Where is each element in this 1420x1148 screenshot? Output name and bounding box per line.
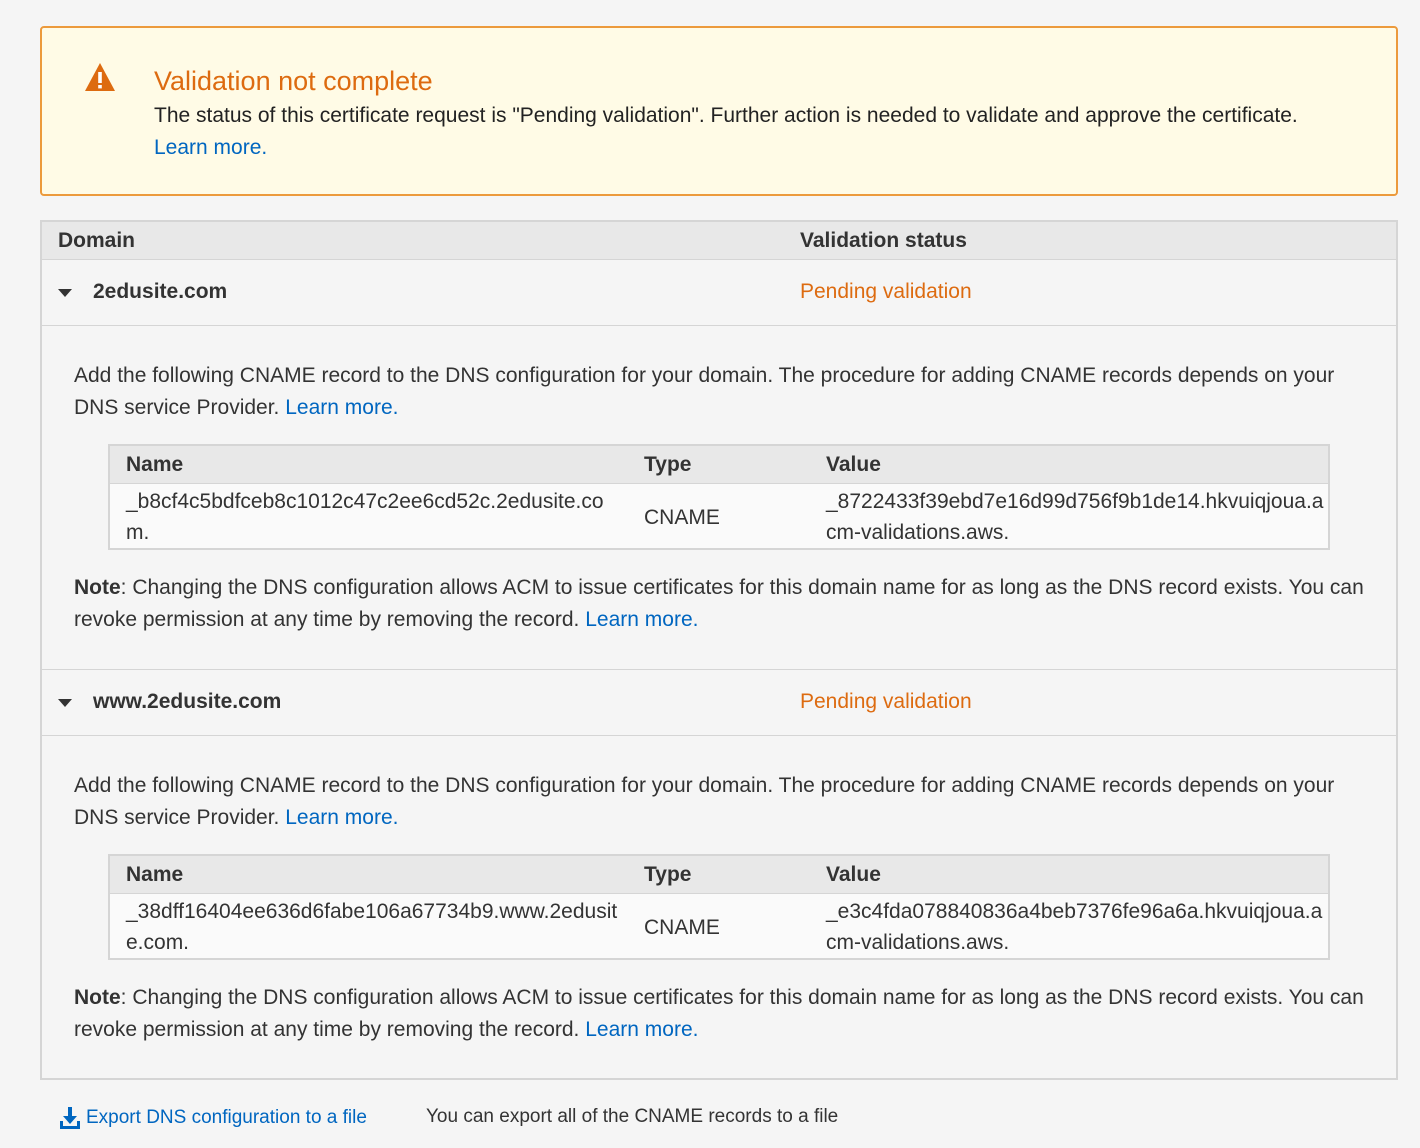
domain-name: www.2edusite.com (93, 690, 282, 713)
domain-row-2edusite[interactable]: 2edusite.com Pending validation (42, 260, 1396, 326)
note-learn-more-link[interactable]: Learn more. (585, 608, 698, 631)
warning-icon (85, 63, 115, 91)
alert-title: Validation not complete (154, 66, 433, 96)
cname-instructions: Add the following CNAME record to the DN… (74, 360, 1374, 424)
record-type-header: Type (644, 863, 692, 886)
cname-record-table: Name Type Value _38dff16404ee636d6fabe10… (108, 854, 1330, 960)
export-dns-button[interactable]: Export DNS configuration to a file (58, 1104, 367, 1132)
domain-validation-table: Domain Validation status 2edusite.com Pe… (40, 220, 1398, 1080)
record-value: _e3c4fda078840836a4beb7376fe96a6a.hkvuiq… (826, 900, 1323, 954)
record-type-header: Type (644, 453, 692, 476)
alert-learn-more-link[interactable]: Learn more. (154, 136, 267, 159)
note-text: : Changing the DNS configuration allows … (74, 576, 1364, 631)
domain-name: 2edusite.com (93, 280, 228, 303)
export-description: You can export all of the CNAME records … (426, 1106, 839, 1127)
instructions-learn-more-link[interactable]: Learn more. (285, 806, 398, 829)
record-header: Name Type Value (110, 446, 1328, 484)
validation-status: Pending validation (800, 280, 972, 303)
cname-instructions: Add the following CNAME record to the DN… (74, 770, 1374, 834)
validation-status: Pending validation (800, 690, 972, 713)
record-type: CNAME (644, 506, 720, 529)
cname-instructions-text: Add the following CNAME record to the DN… (74, 364, 1335, 419)
note-label: Note (74, 986, 121, 1009)
record-name: _b8cf4c5bdfceb8c1012c47c2ee6cd52c.2edusi… (126, 490, 604, 544)
record-type: CNAME (644, 916, 720, 939)
note-text: : Changing the DNS configuration allows … (74, 986, 1364, 1041)
instructions-learn-more-link[interactable]: Learn more. (285, 396, 398, 419)
dns-note: Note: Changing the DNS configuration all… (74, 982, 1374, 1046)
record-row: _38dff16404ee636d6fabe106a67734b9.www.2e… (110, 894, 1328, 960)
note-label: Note (74, 576, 121, 599)
record-name-header: Name (126, 863, 184, 886)
note-learn-more-link[interactable]: Learn more. (585, 1018, 698, 1041)
domain-row-www-2edusite[interactable]: www.2edusite.com Pending validation (42, 670, 1396, 736)
cname-record-table: Name Type Value _b8cf4c5bdfceb8c1012c47c… (108, 444, 1330, 550)
caret-down-icon[interactable] (58, 289, 72, 297)
domain-column-header: Domain (58, 229, 136, 252)
alert-message-text: The status of this certificate request i… (154, 104, 1298, 127)
dns-note: Note: Changing the DNS configuration all… (74, 572, 1374, 636)
domain-detail-2edusite: Add the following CNAME record to the DN… (42, 326, 1396, 670)
table-header: Domain Validation status (42, 222, 1396, 260)
status-column-header: Validation status (800, 229, 967, 252)
record-name-header: Name (126, 453, 184, 476)
cname-instructions-text: Add the following CNAME record to the DN… (74, 774, 1335, 829)
record-value-header: Value (826, 453, 881, 476)
record-name: _38dff16404ee636d6fabe106a67734b9.www.2e… (126, 900, 618, 954)
download-icon[interactable] (58, 1106, 82, 1130)
export-dns-link[interactable]: Export DNS configuration to a file (86, 1107, 367, 1129)
record-value: _8722433f39ebd7e16d99d756f9b1de14.hkvuiq… (826, 490, 1324, 544)
domain-detail-www-2edusite: Add the following CNAME record to the DN… (42, 736, 1396, 1080)
record-row: _b8cf4c5bdfceb8c1012c47c2ee6cd52c.2edusi… (110, 484, 1328, 550)
record-header: Name Type Value (110, 856, 1328, 894)
record-value-header: Value (826, 863, 881, 886)
alert-message: The status of this certificate request i… (154, 100, 1334, 164)
validation-alert: Validation not complete The status of th… (40, 26, 1398, 196)
caret-down-icon[interactable] (58, 699, 72, 707)
